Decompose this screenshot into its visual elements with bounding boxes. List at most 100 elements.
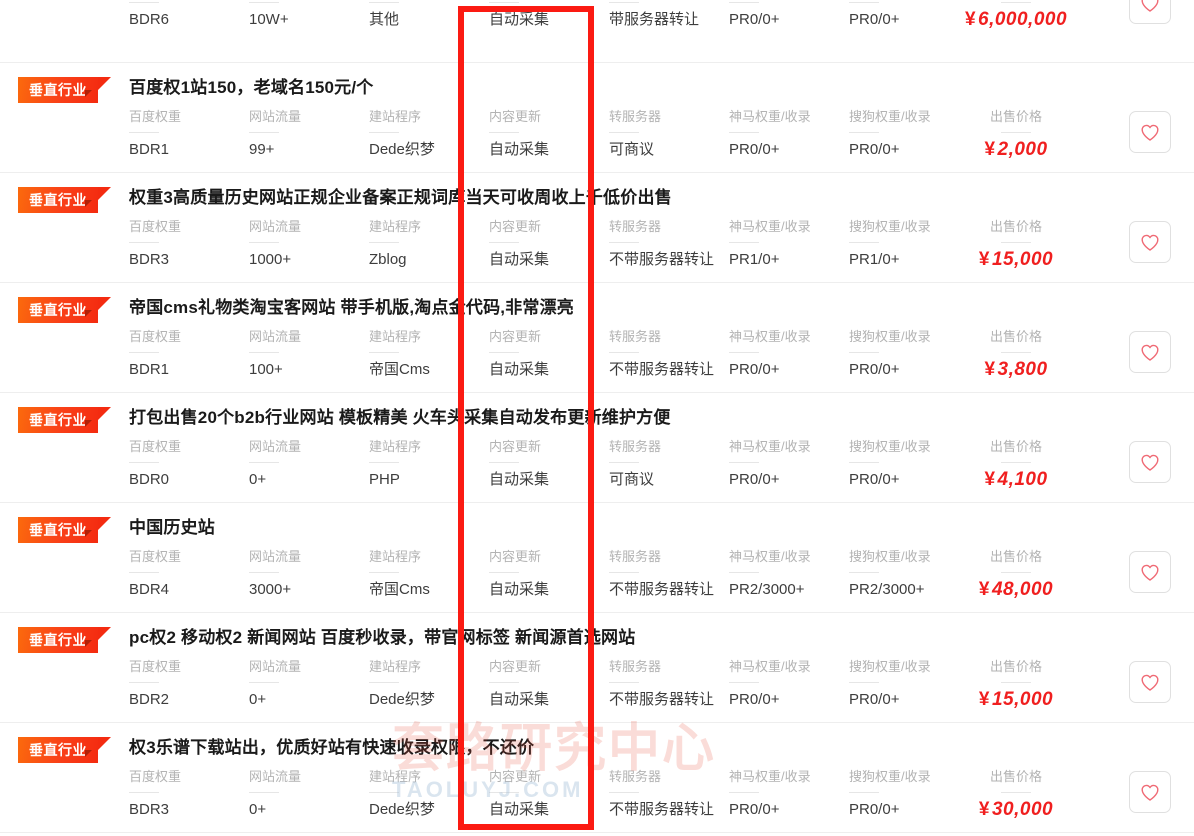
listing-title[interactable]: 帝国cms礼物类淘宝客网站 带手机版,淘点金代码,非常漂亮	[129, 293, 574, 318]
listing-row[interactable]: 垂直行业 pc权2 移动权2 新闻网站 百度秒收录，带官网标签 新闻源首选网站 百度…	[0, 613, 1194, 723]
spec-divider	[249, 572, 279, 573]
spec-divider	[729, 572, 759, 573]
spec-sogou-weight-label: 搜狗权重/收录	[849, 439, 931, 454]
spec-price: 出售价格 ¥4,100	[930, 438, 1102, 490]
spec-program-label: 建站程序	[369, 219, 422, 234]
spec-program-value: PHP	[369, 471, 400, 488]
badge-ribbon-tail-icon	[85, 627, 111, 653]
listing-title[interactable]: 打包出售20个b2b行业网站 模板精美 火车头采集自动发布更新维护方便	[129, 403, 671, 428]
spec-price-label: 出售价格	[989, 329, 1042, 344]
spec-shenma-weight: 神马权重/收录 PR0/0+	[729, 768, 811, 820]
spec-divider	[849, 2, 879, 3]
spec-divider	[489, 572, 519, 573]
spec-divider	[849, 682, 879, 683]
spec-price-label: 出售价格	[989, 439, 1042, 454]
spec-price-value: ¥15,000	[930, 250, 1102, 270]
spec-shenma-weight-label: 神马权重/收录	[729, 659, 811, 674]
listing-row[interactable]: 垂直行业 权3乐谱下载站出，优质好站有快速收录权限，不还价 百度权重 BDR3 网站流量…	[0, 723, 1194, 833]
spec-server-transfer-value: 不带服务器转让	[609, 361, 715, 378]
spec-shenma-weight-value: PR0/0+	[729, 361, 780, 378]
spec-baidu-weight: 百度权重 BDR1	[129, 328, 181, 380]
spec-price: 出售价格 ¥3,800	[930, 328, 1102, 380]
listing-row[interactable]: 百度权重BDR6 网站流量10W+ 建站程序其他 内容更新自动采集 转服务器带服务器转让…	[0, 0, 1194, 63]
spec-server-transfer-value: 不带服务器转让	[609, 801, 715, 818]
spec-sogou-weight: 搜狗权重/收录 PR0/0+	[849, 438, 931, 490]
spec-sogou-weight-value: PR0/0+	[849, 471, 900, 488]
spec-server-transfer-label: 转服务器	[609, 549, 662, 564]
spec-content-update-label: 内容更新	[489, 769, 542, 784]
spec-price: 出售价格 ¥48,000	[930, 548, 1102, 600]
listing-specs: 百度权重 BDR4 网站流量 3000+ 建站程序 帝国Cms 内容更新 自动采集 转服务器 不带…	[0, 548, 1194, 610]
spec-price-value: ¥48,000	[930, 580, 1102, 600]
favorite-button[interactable]	[1129, 661, 1171, 703]
spec-traffic-label: 网站流量	[249, 549, 302, 564]
spec-program-value: Dede织梦	[369, 691, 435, 708]
spec-divider	[369, 132, 399, 133]
spec-program-label: 建站程序	[369, 549, 422, 564]
spec-price-value: ¥15,000	[930, 690, 1102, 710]
category-badge: 垂直行业	[18, 77, 111, 103]
spec-traffic-value: 99+	[249, 141, 275, 158]
favorite-button[interactable]	[1129, 221, 1171, 263]
spec-divider	[609, 462, 639, 463]
listing-title[interactable]: pc权2 移动权2 新闻网站 百度秒收录，带官网标签 新闻源首选网站	[129, 623, 635, 648]
price-amount: 15,000	[991, 249, 1054, 270]
favorite-button[interactable]	[1129, 551, 1171, 593]
listing-row[interactable]: 垂直行业 百度权1站150，老域名150元/个 百度权重 BDR1 网站流量 99+ 建站程…	[0, 63, 1194, 173]
spec-price: 出售价格¥6,000,000	[930, 0, 1102, 30]
spec-divider	[129, 242, 159, 243]
favorite-button[interactable]	[1129, 771, 1171, 813]
listing-title[interactable]: 权重3高质量历史网站正规企业备案正规词库当天可收周收上千低价出售	[129, 183, 672, 208]
favorite-button[interactable]	[1129, 111, 1171, 153]
spec-divider	[129, 682, 159, 683]
spec-program-value: 帝国Cms	[369, 361, 430, 378]
listing-row[interactable]: 垂直行业 帝国cms礼物类淘宝客网站 带手机版,淘点金代码,非常漂亮 百度权重 BDR…	[0, 283, 1194, 393]
spec-baidu-weight-label: 百度权重	[129, 109, 182, 124]
listing-row[interactable]: 垂直行业 中国历史站 百度权重 BDR4 网站流量 3000+ 建站程序 帝国Cms 内容更新自…	[0, 503, 1194, 613]
spec-baidu-weight-value: BDR2	[129, 691, 170, 708]
spec-baidu-weight-label: 百度权重	[129, 549, 182, 564]
spec-shenma-weight: 神马权重/收录 PR0/0+	[729, 658, 811, 710]
listing-specs: 百度权重 BDR3 网站流量 0+ 建站程序 Dede织梦 内容更新 自动采集 转服务器 不带服务…	[0, 768, 1194, 830]
spec-content-update-value: 自动采集	[489, 471, 550, 488]
spec-shenma-weight: 神马权重/收录 PR2/3000+	[729, 548, 811, 600]
spec-content-update-value: 自动采集	[489, 691, 550, 708]
spec-divider	[1001, 2, 1031, 3]
price-amount: 4,100	[997, 469, 1048, 490]
listing-row[interactable]: 垂直行业 权重3高质量历史网站正规企业备案正规词库当天可收周收上千低价出售 百度权重…	[0, 173, 1194, 283]
spec-program-value: 帝国Cms	[369, 581, 430, 598]
spec-price: 出售价格 ¥30,000	[930, 768, 1102, 820]
spec-content-update: 内容更新自动采集	[489, 108, 549, 160]
spec-divider	[1001, 242, 1031, 243]
spec-price-value: ¥30,000	[930, 800, 1102, 820]
category-badge: 垂直行业	[18, 627, 111, 653]
spec-content-update: 内容更新自动采集	[489, 0, 549, 30]
spec-server-transfer: 转服务器 不带服务器转让	[609, 328, 714, 380]
spec-server-transfer-value: 不带服务器转让	[609, 251, 715, 268]
spec-program-value: 其他	[369, 11, 400, 28]
spec-program: 建站程序 帝国Cms	[369, 328, 430, 380]
spec-sogou-weight: 搜狗权重/收录 PR0/0+	[849, 658, 931, 710]
spec-baidu-weight: 百度权重 BDR0	[129, 438, 181, 490]
listing-title[interactable]: 百度权1站150，老域名150元/个	[129, 73, 374, 98]
listing-title[interactable]: 权3乐谱下载站出，优质好站有快速收录权限，不还价	[129, 733, 534, 758]
spec-program-label: 建站程序	[369, 769, 422, 784]
spec-program: 建站程序其他	[369, 0, 421, 30]
spec-program-label: 建站程序	[369, 659, 422, 674]
category-badge: 垂直行业	[18, 407, 111, 433]
favorite-button[interactable]	[1129, 441, 1171, 483]
favorite-button[interactable]	[1129, 331, 1171, 373]
favorite-button[interactable]	[1129, 0, 1171, 24]
spec-price-value: ¥6,000,000	[930, 10, 1102, 30]
spec-traffic-label: 网站流量	[249, 659, 302, 674]
spec-traffic: 网站流量10W+	[249, 0, 301, 30]
spec-divider	[1001, 462, 1031, 463]
spec-server-transfer-label: 转服务器	[609, 109, 662, 124]
spec-content-update-label: 内容更新	[489, 549, 542, 564]
listing-row[interactable]: 垂直行业 打包出售20个b2b行业网站 模板精美 火车头采集自动发布更新维护方便百…	[0, 393, 1194, 503]
spec-price-label: 出售价格	[989, 659, 1042, 674]
spec-divider	[129, 792, 159, 793]
spec-content-update: 内容更新自动采集	[489, 658, 549, 710]
listing-title[interactable]: 中国历史站	[129, 513, 215, 538]
spec-shenma-weight-value: PR2/3000+	[729, 581, 805, 598]
